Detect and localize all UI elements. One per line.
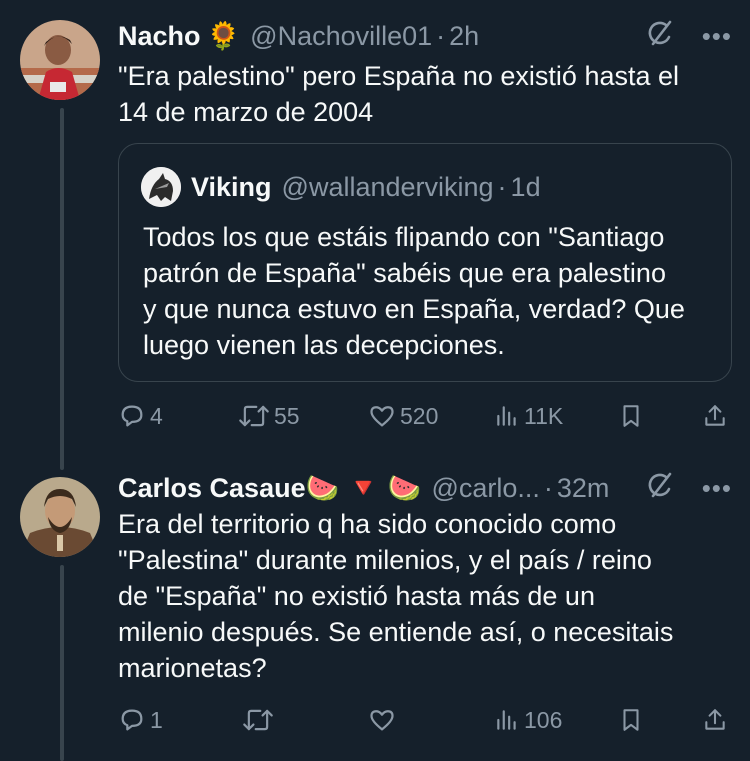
separator: · (497, 171, 507, 202)
avatar[interactable] (20, 20, 100, 100)
username-handle[interactable]: @Nachoville01 (250, 21, 432, 52)
separator: · (543, 472, 553, 503)
quoted-tweet[interactable]: Viking @wallanderviking · 1d Todos los q… (118, 143, 732, 382)
more-horizontal-icon[interactable]: ••• (702, 475, 732, 501)
reply-button[interactable]: 4 (118, 398, 163, 434)
bookmark-button[interactable] (618, 398, 644, 434)
views-button[interactable]: 11K (494, 398, 563, 434)
tweet-text: Era del territorio q ha sido conocido co… (118, 509, 674, 683)
quoted-display-name: Viking (191, 171, 272, 202)
more-horizontal-icon[interactable]: ••• (702, 23, 732, 49)
share-button[interactable] (702, 702, 728, 738)
badge-emoji: 🌻 (206, 21, 241, 51)
grok-icon[interactable] (644, 469, 676, 508)
timestamp[interactable]: 32m (557, 473, 610, 504)
timeline: Nacho 🌻 @Nachoville01 · 2h ••• "Era pale… (0, 0, 750, 761)
bookmark-icon (618, 706, 644, 734)
tweet-actions: 1 106 (118, 702, 730, 738)
share-icon (702, 706, 728, 734)
retweet-count: 55 (274, 402, 300, 429)
reply-count: 1 (150, 706, 163, 733)
timestamp[interactable]: 2h (449, 21, 479, 52)
retweet-button[interactable]: 55 (238, 398, 300, 434)
retweet-button[interactable] (242, 702, 278, 738)
share-button[interactable] (702, 398, 728, 434)
retweet-icon (238, 402, 270, 430)
views-icon (494, 403, 520, 429)
separator: · (436, 20, 446, 51)
display-name[interactable]: Carlos Casaue (118, 473, 306, 504)
tweet-text: "Era palestino" pero España no existió h… (118, 61, 680, 127)
views-icon (494, 707, 520, 733)
tweet[interactable]: Carlos Casaue 🍉 🔻 🍉 @carlo... · 32m ••• … (0, 460, 750, 761)
reply-button[interactable]: 1 (118, 702, 163, 738)
reply-icon (118, 706, 146, 734)
avatar[interactable] (20, 477, 100, 557)
tweet-actions: 4 55 520 11K (118, 398, 730, 434)
share-icon (702, 402, 728, 430)
bookmark-button[interactable] (618, 702, 644, 738)
views-count: 106 (524, 706, 563, 733)
retweet-icon (242, 706, 274, 734)
tweet-header: Nacho 🌻 @Nachoville01 · 2h ••• (118, 18, 732, 54)
like-button[interactable] (368, 702, 400, 738)
tweet[interactable]: Nacho 🌻 @Nachoville01 · 2h ••• "Era pale… (0, 0, 750, 460)
views-button[interactable]: 106 (494, 702, 562, 738)
quoted-timestamp: 1d (510, 171, 541, 202)
quoted-avatar (141, 167, 181, 207)
quoted-tweet-text: Todos los que estáis flipando con "Santi… (143, 222, 685, 360)
heart-icon (368, 706, 396, 734)
like-count: 520 (400, 402, 439, 429)
username-handle[interactable]: @carlo... (431, 473, 539, 504)
display-name[interactable]: Nacho (118, 21, 201, 52)
grok-icon[interactable] (644, 17, 676, 56)
tweet-header: Carlos Casaue 🍉 🔻 🍉 @carlo... · 32m ••• (118, 470, 732, 506)
bookmark-icon (618, 402, 644, 430)
like-button[interactable]: 520 (368, 398, 438, 434)
heart-icon (368, 402, 396, 430)
quoted-username-handle: @wallanderviking (281, 171, 494, 202)
reply-icon (118, 402, 146, 430)
reply-count: 4 (150, 402, 163, 429)
quoted-tweet-header: Viking @wallanderviking · 1d (141, 167, 541, 207)
badge-emoji: 🍉 🔻 🍉 (305, 473, 422, 503)
views-count: 11K (524, 402, 564, 429)
